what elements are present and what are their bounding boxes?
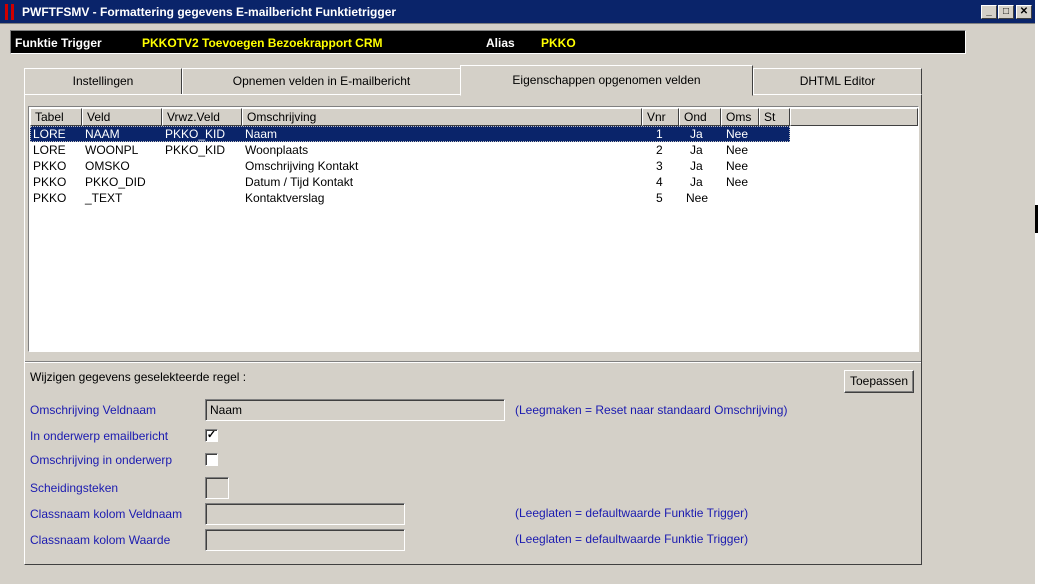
grid-header: Tabel Veld Vrwz.Veld Omschrijving Vnr On… (30, 108, 918, 126)
cell-oms: Nee (726, 159, 749, 173)
tab-eigenschappen[interactable]: Eigenschappen opgenomen velden (460, 65, 753, 96)
trigger-value: PKKOTV2 Toevoegen Bezoekrapport CRM (142, 36, 383, 50)
class-veldnaam-hint: (Leeglaten = defaultwaarde Funktie Trigg… (515, 506, 749, 520)
omschrijving-hint: (Leegmaken = Reset naar standaard Omschr… (515, 403, 788, 417)
fields-grid[interactable]: Tabel Veld Vrwz.Veld Omschrijving Vnr On… (28, 106, 919, 352)
table-row[interactable]: LORE NAAM PKKO_KID Naam 1 Ja Nee (30, 126, 790, 142)
class-veldnaam-label: Classnaam kolom Veldnaam (30, 507, 183, 521)
cell-omschrijving: Naam (245, 127, 278, 141)
cell-oms: Nee (726, 127, 749, 141)
column-header-ond[interactable]: Ond (679, 108, 721, 126)
cell-ond: Ja (690, 127, 703, 141)
cell-ond: Ja (690, 143, 703, 157)
cell-vnr: 2 (656, 143, 663, 157)
cell-vnr: 3 (656, 159, 663, 173)
column-header-st[interactable]: St (759, 108, 790, 126)
app-icon (4, 4, 16, 20)
checkmark-icon: ✓ (206, 429, 217, 441)
title-bar[interactable]: PWFTFSMV - Formattering gegevens E-mailb… (0, 0, 1035, 24)
cell-ond: Ja (690, 159, 703, 173)
cell-tabel: LORE (33, 143, 66, 157)
tab-opnemen-velden[interactable]: Opnemen velden in E-mailbericht (182, 68, 461, 95)
cell-oms: Nee (726, 143, 749, 157)
cell-vnr: 5 (656, 191, 663, 205)
cell-veld: NAAM (85, 127, 120, 141)
omschrijving-veldnaam-label: Omschrijving Veldnaam (30, 403, 157, 417)
window-edge (1035, 0, 1039, 584)
cell-veld: WOONPL (85, 143, 139, 157)
section-divider (25, 361, 921, 363)
minimize-button[interactable]: _ (981, 5, 997, 19)
cell-omschrijving: Datum / Tijd Kontakt (245, 175, 354, 189)
class-veldnaam-field[interactable] (205, 503, 405, 525)
maximize-button[interactable]: □ (998, 5, 1014, 19)
alias-label: Alias (486, 36, 515, 50)
column-header-omschrijving[interactable]: Omschrijving (242, 108, 642, 126)
trigger-label: Funktie Trigger (15, 36, 102, 50)
cell-omschrijving: Kontaktverslag (245, 191, 325, 205)
cell-vrwz-veld: PKKO_KID (165, 143, 226, 157)
table-row[interactable]: LORE WOONPL PKKO_KID Woonplaats 2 Ja Nee (30, 142, 790, 158)
omschrijving-veldnaam-field[interactable]: Naam (205, 399, 505, 421)
cell-ond: Nee (686, 191, 709, 205)
cell-veld: PKKO_DID (85, 175, 146, 189)
window-title: PWFTFSMV - Formattering gegevens E-mailb… (22, 5, 397, 19)
cell-tabel: LORE (33, 127, 66, 141)
cell-tabel: PKKO (33, 159, 67, 173)
close-button[interactable]: ✕ (1016, 5, 1032, 19)
apply-button[interactable]: Toepassen (844, 370, 914, 393)
onderwerp-label: In onderwerp emailbericht (30, 429, 169, 443)
cell-omschrijving: Woonplaats (245, 143, 309, 157)
cell-veld: OMSKO (85, 159, 130, 173)
scheidingsteken-label: Scheidingsteken (30, 481, 119, 495)
table-row[interactable]: PKKO PKKO_DID Datum / Tijd Kontakt 4 Ja … (30, 174, 790, 190)
edit-heading: Wijzigen gegevens geselekteerde regel : (30, 370, 247, 384)
trigger-info-bar: Funktie Trigger PKKOTV2 Toevoegen Bezoek… (10, 30, 966, 54)
class-waarde-field[interactable] (205, 529, 405, 551)
scheidingsteken-field[interactable] (205, 477, 229, 499)
cell-tabel: PKKO (33, 191, 67, 205)
tab-label: Eigenschappen opgenomen velden (512, 73, 701, 87)
table-row[interactable]: PKKO OMSKO Omschrijving Kontakt 3 Ja Nee (30, 158, 790, 174)
tab-label: Opnemen velden in E-mailbericht (232, 74, 411, 88)
onderwerp-checkbox[interactable]: ✓ (205, 429, 218, 442)
oms-onderwerp-label: Omschrijving in onderwerp (30, 453, 173, 467)
class-waarde-label: Classnaam kolom Waarde (30, 533, 171, 547)
tab-label: Instellingen (72, 74, 134, 88)
cell-veld: _TEXT (85, 191, 123, 205)
table-row[interactable]: PKKO _TEXT Kontaktverslag 5 Nee (30, 190, 790, 206)
cell-oms: Nee (726, 175, 749, 189)
tab-instellingen[interactable]: Instellingen (24, 68, 182, 95)
tab-label: DHTML Editor (799, 74, 876, 88)
column-header-tabel[interactable]: Tabel (30, 108, 82, 126)
column-header-vrwz-veld[interactable]: Vrwz.Veld (162, 108, 242, 126)
column-header-veld[interactable]: Veld (82, 108, 162, 126)
alias-value: PKKO (541, 36, 576, 50)
oms-onderwerp-checkbox[interactable] (205, 453, 218, 466)
column-header-vnr[interactable]: Vnr (642, 108, 679, 126)
cell-tabel: PKKO (33, 175, 67, 189)
class-waarde-hint: (Leeglaten = defaultwaarde Funktie Trigg… (515, 532, 749, 546)
cell-ond: Ja (690, 175, 703, 189)
cell-omschrijving: Omschrijving Kontakt (245, 159, 359, 173)
cell-vnr: 1 (656, 127, 663, 141)
cell-vnr: 4 (656, 175, 663, 189)
cell-vrwz-veld: PKKO_KID (165, 127, 226, 141)
column-header-oms[interactable]: Oms (721, 108, 759, 126)
column-header-filler (790, 108, 918, 126)
tab-dhtml-editor[interactable]: DHTML Editor (753, 68, 922, 95)
